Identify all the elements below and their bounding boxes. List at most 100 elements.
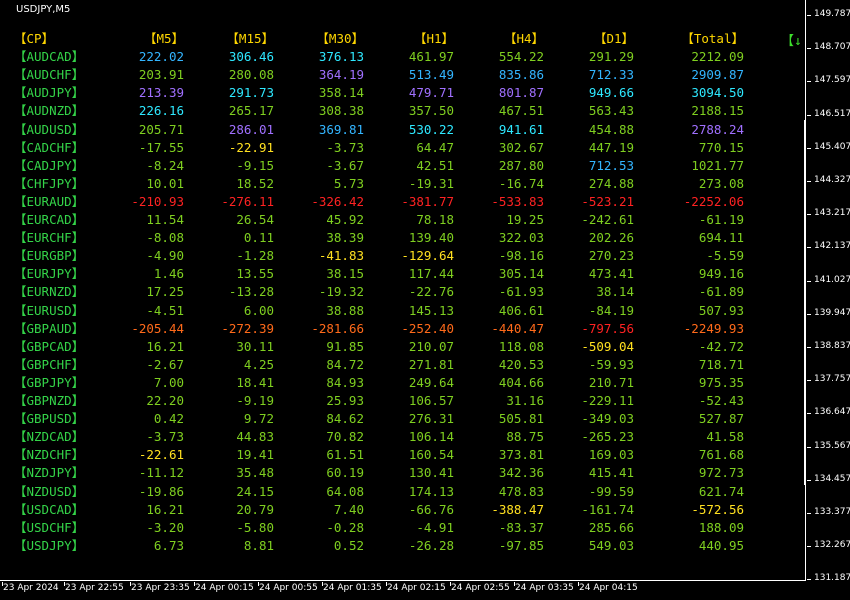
value-cell: -61.89: [698, 284, 744, 300]
price-label: 145.407: [814, 141, 850, 152]
price-label: 137.757: [814, 374, 850, 385]
pair-label: 【EURGBP】: [14, 248, 85, 264]
value-cell: 11.54: [146, 212, 184, 227]
value-cell: -66.76: [408, 501, 454, 517]
value-cell: 106.57: [408, 393, 454, 408]
column-header[interactable]: 【H1】: [414, 30, 454, 48]
value-cell: -440.47: [491, 320, 544, 336]
pair-label: 【EURAUD】: [14, 193, 85, 209]
price-tick: [807, 214, 811, 216]
value-cell: 16.21: [146, 501, 184, 517]
value-cell: 205.71: [138, 121, 184, 137]
value-cell: 203.91: [138, 67, 184, 83]
value-cell: -19.32: [318, 284, 364, 300]
price-label: 136.647: [814, 407, 850, 418]
price-label: 138.837: [814, 341, 850, 351]
value-cell: 364.19: [318, 67, 364, 83]
value-cell: 265.17: [228, 103, 274, 119]
time-label: 24 Apr 00:55: [259, 583, 318, 593]
value-cell: 2212.09: [691, 49, 744, 65]
pair-label: 【CADJPY】: [14, 157, 85, 173]
value-cell: 302.67: [498, 139, 544, 155]
value-cell: -9.19: [236, 393, 274, 408]
value-cell: 91.85: [326, 338, 364, 354]
value-cell: 18.41: [236, 374, 274, 390]
value-cell: -326.42: [311, 193, 364, 209]
pair-label: 【EURCHF】: [14, 230, 85, 246]
value-cell: 7.00: [153, 374, 184, 390]
pair-label: 【EURCAD】: [14, 212, 85, 227]
sort-arrow-icon[interactable]: 【↓: [781, 30, 802, 49]
value-cell: 17.25: [146, 284, 184, 300]
value-cell: 1021.77: [691, 157, 744, 173]
value-cell: -41.83: [318, 248, 364, 264]
price-tick: [807, 380, 811, 382]
column-header[interactable]: 【H4】: [504, 30, 544, 48]
price-tick: [807, 313, 811, 315]
price-label: 149.787: [814, 9, 850, 19]
column-header[interactable]: 【CP】: [14, 30, 54, 48]
value-cell: 84.93: [326, 374, 364, 390]
value-cell: 322.03: [498, 230, 544, 246]
value-cell: 64.08: [326, 483, 364, 499]
value-cell: 10.01: [146, 175, 184, 191]
value-cell: -42.72: [698, 338, 744, 354]
price-tick: [807, 479, 811, 481]
time-label: 24 Apr 02:55: [451, 583, 510, 593]
price-tick: [807, 15, 811, 16]
value-cell: 478.83: [498, 483, 544, 499]
value-cell: -4.90: [146, 248, 184, 264]
time-label: 24 Apr 00:15: [195, 583, 254, 593]
value-cell: 406.61: [498, 302, 544, 318]
value-cell: 160.54: [408, 447, 454, 463]
value-cell: 2788.24: [691, 121, 744, 137]
value-cell: 505.81: [498, 411, 544, 427]
value-cell: 0.11: [243, 230, 274, 246]
price-label: 146.517: [814, 108, 850, 119]
value-cell: -22.76: [408, 284, 454, 300]
price-scale[interactable]: 149.787 148.707 147.597 146.517 145.407 144.3…: [807, 0, 850, 583]
value-cell: 145.13: [408, 302, 454, 318]
value-cell: 801.87: [498, 85, 544, 101]
value-cell: 358.14: [318, 85, 364, 101]
value-cell: 19.25: [506, 212, 544, 227]
column-header[interactable]: 【M15】: [226, 30, 274, 48]
value-cell: 420.53: [498, 356, 544, 372]
value-cell: 280.08: [228, 67, 274, 83]
column-header[interactable]: 【Total】: [681, 30, 744, 48]
value-cell: 1.46: [153, 266, 184, 282]
time-scale[interactable]: 23 Apr 2024 23 Apr 22:55 23 Apr 23:35 24 Ap…: [0, 582, 806, 600]
time-label: 23 Apr 22:55: [65, 583, 124, 593]
column-header[interactable]: 【M30】: [316, 30, 364, 48]
value-cell: 44.83: [236, 429, 274, 445]
value-cell: 949.66: [588, 85, 634, 101]
value-cell: 2909.87: [691, 67, 744, 83]
value-cell: 0.42: [153, 411, 184, 427]
value-cell: 117.44: [408, 266, 454, 282]
price-label: 147.597: [814, 75, 850, 86]
column-header[interactable]: 【M5】: [144, 30, 184, 48]
pair-label: 【USDCAD】: [14, 501, 85, 517]
value-cell: 473.41: [588, 266, 634, 282]
pair-label: 【EURUSD】: [14, 302, 85, 318]
value-cell: -4.51: [146, 302, 184, 318]
value-cell: -388.47: [491, 501, 544, 517]
value-cell: 461.97: [408, 49, 454, 65]
value-cell: 276.31: [408, 411, 454, 427]
value-cell: 376.13: [318, 49, 364, 65]
value-cell: 16.21: [146, 338, 184, 354]
value-cell: -97.85: [498, 537, 544, 553]
value-cell: 35.48: [236, 465, 274, 481]
value-cell: 118.08: [498, 338, 544, 354]
value-cell: 621.74: [698, 483, 744, 499]
chart-area[interactable]: [0, 0, 806, 581]
value-cell: 226.16: [138, 103, 184, 119]
price-tick: [807, 413, 811, 415]
value-cell: -8.08: [146, 230, 184, 246]
value-cell: -61.93: [498, 284, 544, 300]
value-cell: 507.93: [698, 302, 744, 318]
value-cell: -205.44: [131, 320, 184, 336]
value-cell: 287.80: [498, 157, 544, 173]
column-header[interactable]: 【D1】: [594, 30, 634, 48]
value-cell: 308.38: [318, 103, 364, 119]
